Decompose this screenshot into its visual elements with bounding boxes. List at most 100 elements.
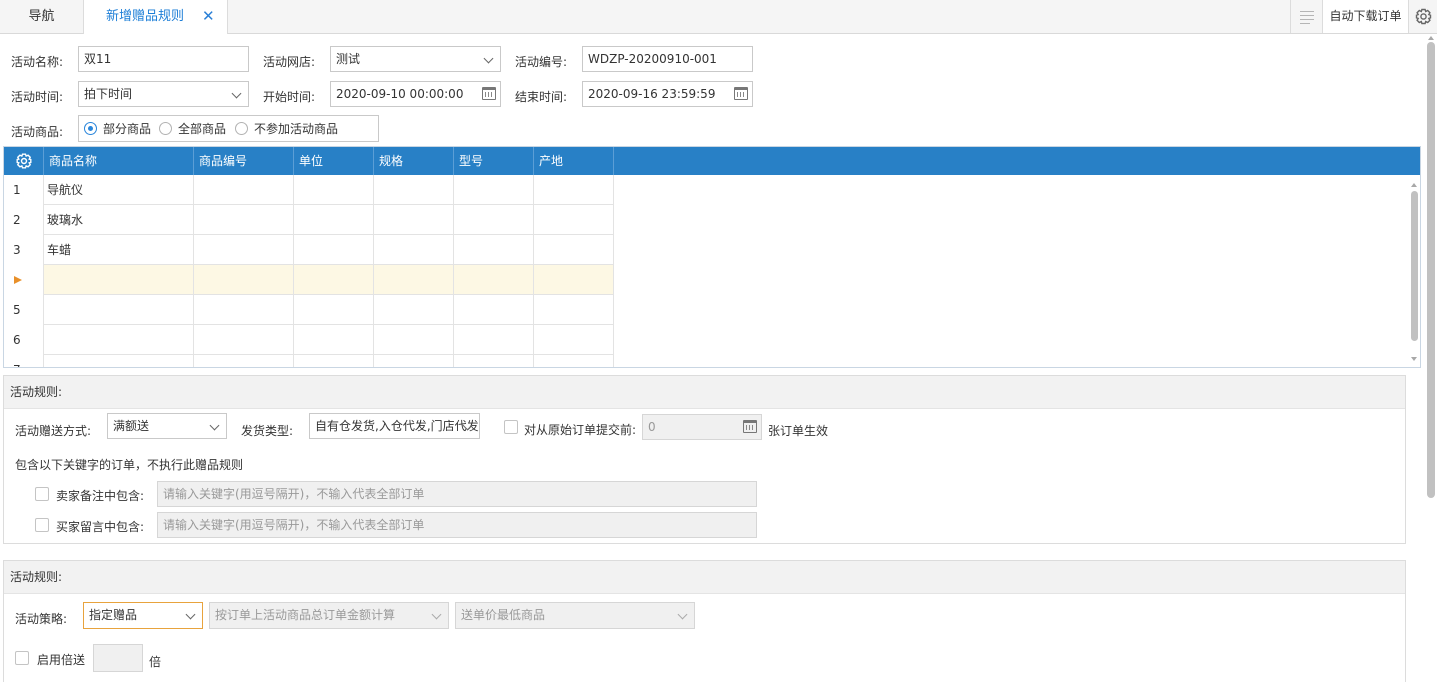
table-cell[interactable] xyxy=(534,235,614,265)
col-header-spec[interactable]: 规格 xyxy=(374,147,454,175)
start-time-input[interactable]: 2020-09-10 00:00:00 xyxy=(330,81,501,107)
radio-all-goods[interactable] xyxy=(159,122,172,135)
table-cell[interactable] xyxy=(454,265,534,295)
page-scroll-thumb[interactable] xyxy=(1427,42,1435,498)
scroll-down-arrow-icon[interactable] xyxy=(1411,357,1417,361)
radio-partial-goods[interactable] xyxy=(84,122,97,135)
table-cell[interactable] xyxy=(374,265,454,295)
grid-scroll-thumb[interactable] xyxy=(1411,191,1418,341)
col-header-unit[interactable]: 单位 xyxy=(294,147,374,175)
table-row[interactable]: 2 玻璃水 xyxy=(4,205,614,235)
calendar-icon[interactable] xyxy=(734,87,748,100)
table-row[interactable]: 7 xyxy=(4,355,614,367)
table-cell[interactable] xyxy=(374,205,454,235)
panel-title: 活动规则: xyxy=(4,561,1405,594)
send-mode-select[interactable]: 送单价最低商品 xyxy=(455,602,695,629)
radio-excluded-goods[interactable] xyxy=(235,122,248,135)
settings-gear-icon[interactable] xyxy=(1408,0,1437,33)
table-cell[interactable] xyxy=(454,355,534,367)
activity-name-input[interactable]: 双11 xyxy=(78,46,249,72)
table-cell[interactable] xyxy=(534,295,614,325)
close-icon[interactable]: ✕ xyxy=(202,0,215,33)
table-row[interactable]: 3 车蜡 xyxy=(4,235,614,265)
tab-bar: 导航 新增赠品规则 ✕ 自动下载订单 xyxy=(0,0,1437,34)
table-cell[interactable] xyxy=(534,355,614,367)
calc-mode-select[interactable]: 按订单上活动商品总订单金额计算 xyxy=(209,602,449,629)
table-cell[interactable] xyxy=(534,265,614,295)
table-cell[interactable] xyxy=(194,235,294,265)
table-cell[interactable] xyxy=(44,355,194,367)
table-cell[interactable] xyxy=(374,355,454,367)
table-cell[interactable] xyxy=(194,205,294,235)
table-cell[interactable] xyxy=(534,325,614,355)
seller-note-checkbox[interactable] xyxy=(35,487,49,501)
table-cell[interactable] xyxy=(194,265,294,295)
grid-scrollbar[interactable] xyxy=(1410,183,1419,363)
table-cell[interactable] xyxy=(374,325,454,355)
orig-order-checkbox[interactable] xyxy=(504,420,518,434)
buyer-msg-input[interactable]: 请输入关键字(用逗号隔开)，不输入代表全部订单 xyxy=(157,512,757,538)
table-cell[interactable] xyxy=(194,355,294,367)
table-cell[interactable] xyxy=(44,325,194,355)
table-cell[interactable] xyxy=(44,265,194,295)
seller-note-input[interactable]: 请输入关键字(用逗号隔开)，不输入代表全部订单 xyxy=(157,481,757,507)
table-cell[interactable] xyxy=(374,235,454,265)
table-cell[interactable] xyxy=(374,295,454,325)
page-scrollbar[interactable] xyxy=(1425,36,1437,682)
col-header-model[interactable]: 型号 xyxy=(454,147,534,175)
row-number: 7 xyxy=(4,355,44,367)
auto-download-orders-button[interactable]: 自动下载订单 xyxy=(1322,0,1408,33)
calendar-icon[interactable] xyxy=(482,87,496,100)
table-cell[interactable] xyxy=(534,205,614,235)
activity-code-input[interactable]: WDZP-20200910-001 xyxy=(582,46,753,72)
col-header-goods-code[interactable]: 商品编号 xyxy=(194,147,294,175)
col-header-origin[interactable]: 产地 xyxy=(534,147,614,175)
chevron-down-icon xyxy=(483,53,494,64)
list-icon[interactable] xyxy=(1290,0,1322,33)
tab-navigation[interactable]: 导航 xyxy=(0,0,84,34)
table-cell[interactable] xyxy=(534,175,614,205)
gift-mode-select[interactable]: 满额送 xyxy=(107,413,227,439)
table-cell[interactable] xyxy=(194,325,294,355)
multiple-send-input[interactable] xyxy=(93,644,143,672)
table-cell[interactable] xyxy=(454,235,534,265)
scroll-up-arrow-icon[interactable] xyxy=(1428,36,1434,40)
multiple-send-checkbox[interactable] xyxy=(15,651,29,665)
table-cell[interactable] xyxy=(454,205,534,235)
tab-new-gift-rule[interactable]: 新增赠品规则 ✕ xyxy=(84,0,228,34)
table-cell[interactable] xyxy=(294,325,374,355)
scroll-up-arrow-icon[interactable] xyxy=(1411,183,1417,187)
table-cell[interactable] xyxy=(374,175,454,205)
col-header-goods-name[interactable]: 商品名称 xyxy=(44,147,194,175)
table-cell[interactable] xyxy=(454,325,534,355)
table-cell[interactable]: 车蜡 xyxy=(44,235,194,265)
table-cell[interactable] xyxy=(294,235,374,265)
table-cell[interactable] xyxy=(194,295,294,325)
table-cell[interactable] xyxy=(294,205,374,235)
table-cell[interactable] xyxy=(44,295,194,325)
table-row[interactable]: 1 导航仪 xyxy=(4,175,614,205)
activity-time-select[interactable]: 拍下时间 xyxy=(78,81,249,107)
table-row[interactable]: 6 xyxy=(4,325,614,355)
strategy-select[interactable]: 指定赠品 xyxy=(83,602,203,629)
table-cell[interactable] xyxy=(194,175,294,205)
table-cell[interactable] xyxy=(294,175,374,205)
table-cell[interactable] xyxy=(454,295,534,325)
table-row[interactable]: 5 xyxy=(4,295,614,325)
end-time-input[interactable]: 2020-09-16 23:59:59 xyxy=(582,81,753,107)
ship-type-select[interactable]: 自有仓发货,入仓代发,门店代发 xyxy=(309,413,480,439)
table-cell[interactable]: 导航仪 xyxy=(44,175,194,205)
tab-label: 新增赠品规则 xyxy=(106,9,185,24)
activity-rules-panel-1: 活动规则: 活动赠送方式: 满额送 发货类型: 自有仓发货,入仓代发,门店代发 … xyxy=(3,375,1406,544)
table-cell[interactable]: 玻璃水 xyxy=(44,205,194,235)
column-settings-gear-icon[interactable] xyxy=(4,147,44,175)
table-cell[interactable] xyxy=(294,265,374,295)
table-cell[interactable] xyxy=(294,355,374,367)
buyer-msg-checkbox[interactable] xyxy=(35,518,49,532)
table-cell[interactable] xyxy=(294,295,374,325)
table-row[interactable] xyxy=(4,265,614,295)
table-cell[interactable] xyxy=(454,175,534,205)
activity-shop-label: 活动网店: xyxy=(263,55,316,69)
orig-order-count-input[interactable]: 0 xyxy=(642,414,762,440)
activity-shop-select[interactable]: 测试 xyxy=(330,46,501,72)
